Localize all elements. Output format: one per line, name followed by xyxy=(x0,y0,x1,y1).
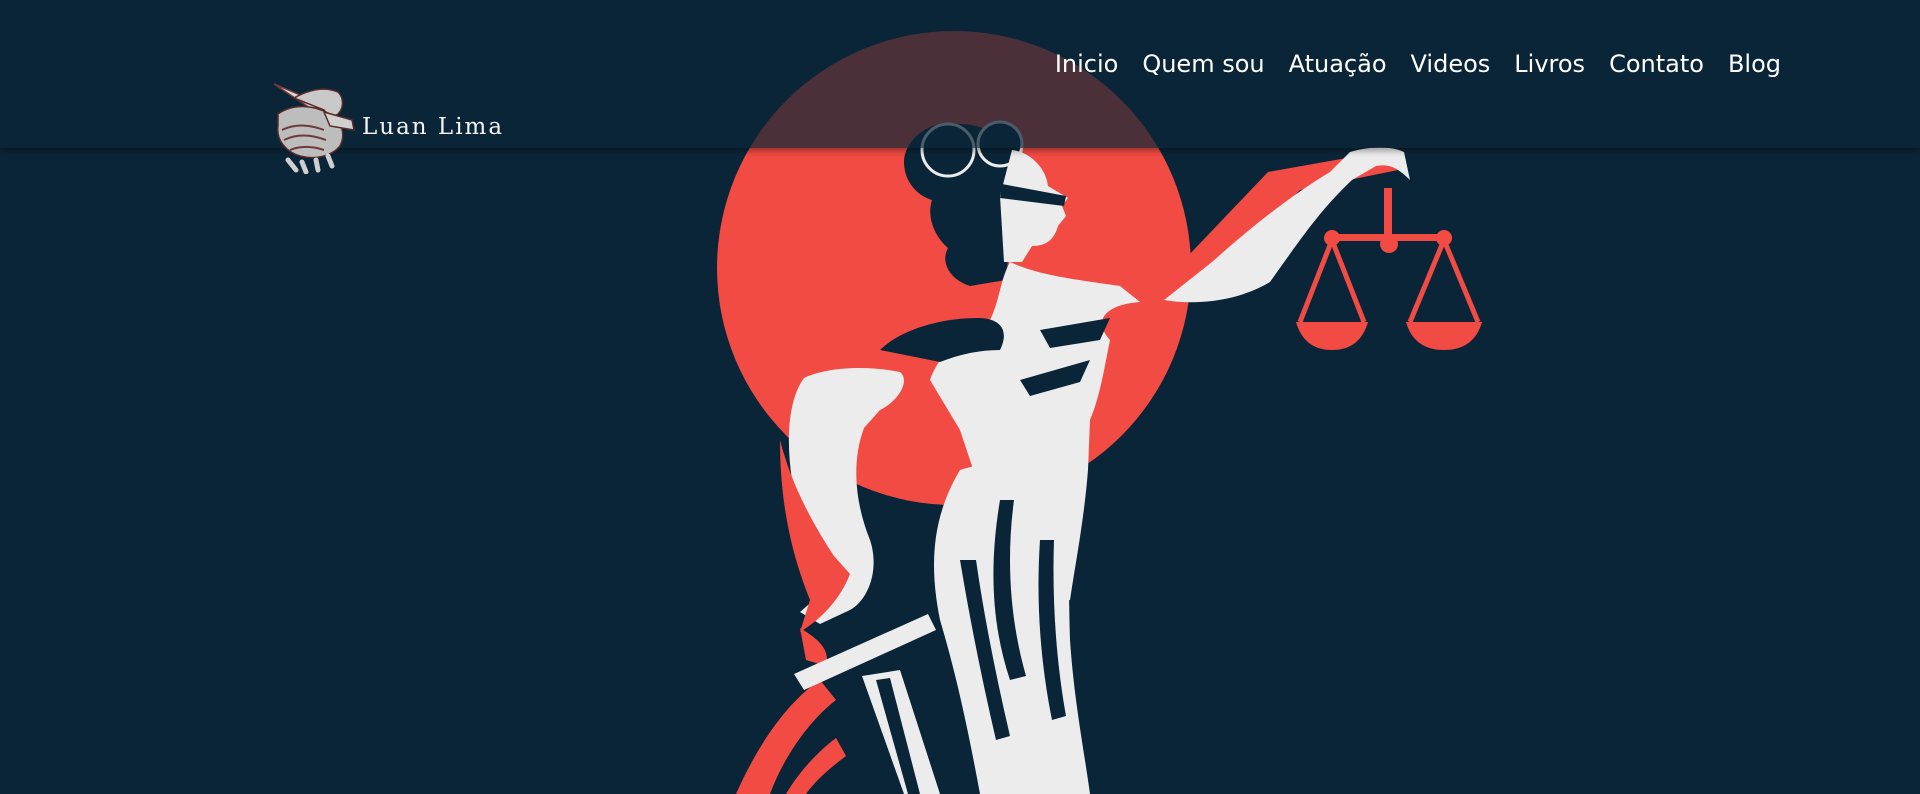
nav-item-atuacao[interactable]: Atuação xyxy=(1289,44,1387,84)
handshake-icon xyxy=(273,83,355,174)
nav-item-blog[interactable]: Blog xyxy=(1728,44,1781,84)
brand-logo[interactable]: Luan Lima xyxy=(268,74,504,174)
nav-item-quem-sou[interactable]: Quem sou xyxy=(1142,44,1264,84)
scales-icon xyxy=(1296,188,1482,350)
page: Luan Lima Inicio Quem sou Atuação Videos… xyxy=(0,0,1920,794)
site-header: Luan Lima Inicio Quem sou Atuação Videos… xyxy=(0,0,1920,174)
nav-item-videos[interactable]: Videos xyxy=(1411,44,1491,84)
nav-item-inicio[interactable]: Inicio xyxy=(1055,44,1119,84)
main-nav: Inicio Quem sou Atuação Videos Livros Co… xyxy=(1055,44,1781,84)
nav-item-contato[interactable]: Contato xyxy=(1609,44,1704,84)
brand-name: Luan Lima xyxy=(362,114,505,140)
nav-item-livros[interactable]: Livros xyxy=(1514,44,1585,84)
